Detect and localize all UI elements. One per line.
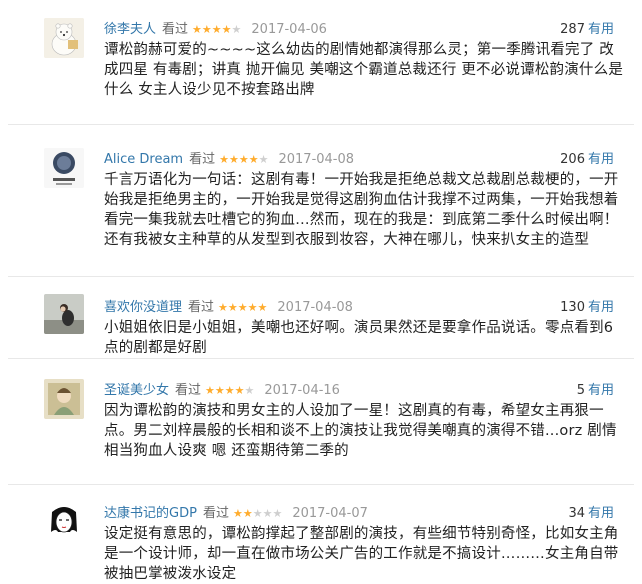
username-link[interactable]: 圣诞美少女 — [104, 383, 169, 398]
useful-button[interactable]: 有用 — [588, 22, 614, 37]
vote-count: 206 — [560, 152, 585, 167]
divider — [8, 276, 634, 277]
star-filled-icon: ★ — [247, 301, 258, 314]
useful-button[interactable]: 有用 — [588, 383, 614, 398]
vote-count: 5 — [576, 383, 585, 398]
useful-votes[interactable]: 5 有用 — [577, 379, 614, 398]
star-filled-icon: ★ — [224, 384, 235, 397]
star-filled-icon: ★ — [228, 153, 239, 166]
star-filled-icon: ★ — [219, 153, 229, 166]
review-date: 2017-04-06 — [251, 22, 327, 37]
username-link[interactable]: 徐李夫人 — [104, 22, 156, 37]
username-link[interactable]: 达康书记的GDP — [104, 506, 197, 521]
rating-stars: ★★★★★ — [205, 384, 254, 397]
polar-bear-icon — [44, 18, 84, 58]
username-link[interactable]: 喜欢你没道理 — [104, 300, 182, 315]
useful-votes[interactable]: 34 有用 — [568, 502, 614, 521]
useful-votes[interactable]: 287 有用 — [560, 18, 614, 37]
review-meta: 喜欢你没道理 看过 ★★★★★ 2017-04-08 — [104, 296, 353, 315]
star-filled-icon: ★ — [205, 384, 215, 397]
avatar[interactable] — [44, 148, 84, 188]
star-filled-icon: ★ — [234, 384, 245, 397]
useful-button[interactable]: 有用 — [588, 152, 614, 167]
useful-button[interactable]: 有用 — [588, 506, 614, 521]
star-filled-icon: ★ — [238, 153, 249, 166]
review-meta: 徐李夫人 看过 ★★★★★ 2017-04-06 — [104, 18, 327, 37]
divider — [8, 358, 634, 359]
review-date: 2017-04-08 — [277, 300, 353, 315]
divider — [8, 484, 634, 485]
star-filled-icon: ★ — [192, 23, 202, 36]
avatar[interactable] — [44, 502, 84, 542]
painting-icon — [44, 379, 84, 419]
star-filled-icon: ★ — [221, 23, 232, 36]
star-filled-icon: ★ — [248, 153, 259, 166]
star-filled-icon: ★ — [242, 507, 253, 520]
avatar[interactable] — [44, 18, 84, 58]
star-filled-icon: ★ — [257, 301, 268, 314]
useful-button[interactable]: 有用 — [588, 300, 614, 315]
star-empty-icon: ★ — [258, 153, 269, 166]
star-filled-icon: ★ — [227, 301, 238, 314]
rating-stars: ★★★★★ — [192, 23, 241, 36]
watched-label: 看过 — [175, 383, 202, 398]
star-empty-icon: ★ — [244, 384, 255, 397]
star-filled-icon: ★ — [211, 23, 222, 36]
review-meta: 圣诞美少女 看过 ★★★★★ 2017-04-16 — [104, 379, 340, 398]
girl-sitting-icon — [44, 294, 84, 334]
avatar[interactable] — [44, 379, 84, 419]
divider — [8, 124, 634, 125]
vote-count: 130 — [560, 300, 585, 315]
star-empty-icon: ★ — [272, 507, 283, 520]
vote-count: 34 — [568, 506, 585, 521]
sketch-face-icon — [44, 502, 84, 542]
review-content: 小姐姐依旧是小姐姐，美嘲也还好啊。演员果然还是要拿作品说话。零点看到6点的剧都是… — [104, 320, 614, 356]
watched-label: 看过 — [188, 300, 215, 315]
review-meta: 达康书记的GDP 看过 ★★★★★ 2017-04-07 — [104, 502, 368, 521]
review-content: 谭松韵赫可爱的~~~~这么幼齿的剧情她都演得那么灵；第一季腾讯看完了 改成四星 … — [104, 42, 624, 98]
star-empty-icon: ★ — [231, 23, 242, 36]
rating-stars: ★★★★★ — [218, 301, 267, 314]
avatar[interactable] — [44, 294, 84, 334]
star-empty-icon: ★ — [252, 507, 263, 520]
watched-label: 看过 — [189, 152, 216, 167]
review-content: 因为谭松韵的演技和男女主的人设加了一星！这剧真的有毒，希望女主再狠一点。男二刘梓… — [104, 403, 617, 459]
star-filled-icon: ★ — [214, 384, 225, 397]
review-meta: Alice Dream 看过 ★★★★★ 2017-04-08 — [104, 148, 355, 167]
rating-stars: ★★★★★ — [233, 507, 282, 520]
watched-label: 看过 — [162, 22, 189, 37]
book-cover-icon — [44, 148, 84, 188]
rating-stars: ★★★★★ — [219, 153, 268, 166]
star-filled-icon: ★ — [237, 301, 248, 314]
star-filled-icon: ★ — [218, 301, 228, 314]
review-content: 设定挺有意思的，谭松韵撑起了整部剧的演技，有些细节特别奇怪，比如女主角是一个设计… — [104, 526, 619, 582]
review-date: 2017-04-07 — [292, 506, 368, 521]
star-empty-icon: ★ — [262, 507, 273, 520]
review-date: 2017-04-16 — [264, 383, 340, 398]
useful-votes[interactable]: 206 有用 — [560, 148, 614, 167]
star-filled-icon: ★ — [232, 507, 243, 520]
username-link[interactable]: Alice Dream — [104, 152, 183, 167]
useful-votes[interactable]: 130 有用 — [560, 296, 614, 315]
watched-label: 看过 — [202, 506, 229, 521]
review-date: 2017-04-08 — [278, 152, 355, 167]
vote-count: 287 — [560, 22, 585, 37]
review-content: 千言万语化为一句话：这剧有毒！一开始我是拒绝总裁文总裁剧总裁梗的，一开始我是拒绝… — [104, 172, 619, 248]
star-filled-icon: ★ — [201, 23, 212, 36]
